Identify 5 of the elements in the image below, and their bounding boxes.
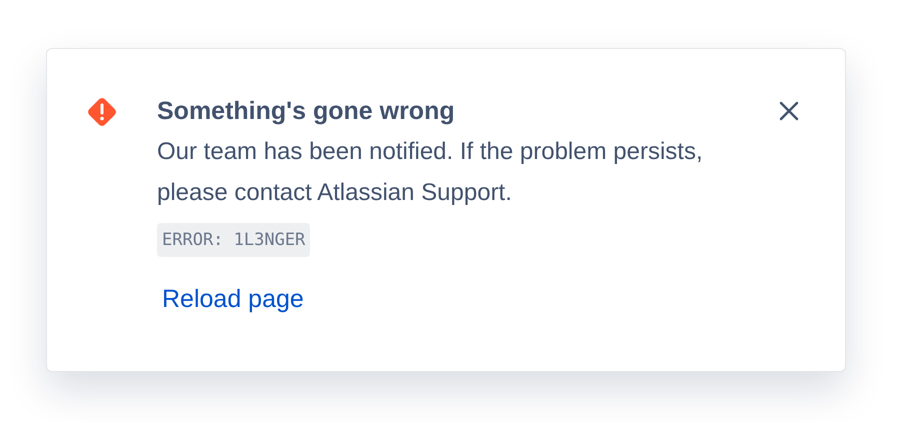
error-code: ERROR: 1L3NGER bbox=[157, 223, 310, 257]
close-icon bbox=[778, 100, 800, 122]
reload-link[interactable]: Reload page bbox=[162, 285, 304, 314]
error-message: Our team has been notified. If the problem persists, please contact Atlassian Support. bbox=[157, 137, 704, 208]
dialog-title: Something's gone wrong bbox=[157, 96, 455, 127]
